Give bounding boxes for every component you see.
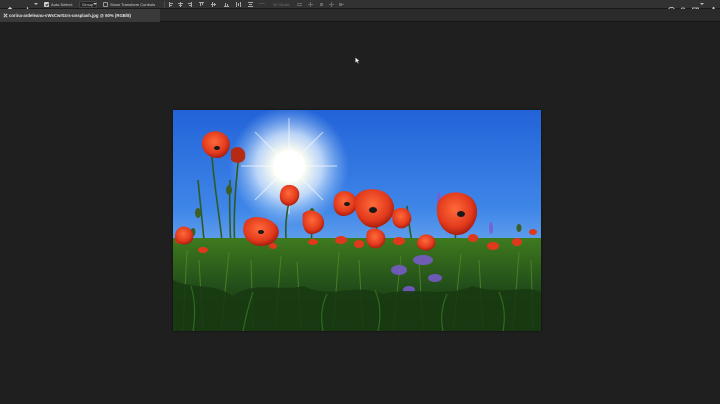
search-icon[interactable] (680, 1, 687, 14)
align-left-icon[interactable] (169, 2, 174, 7)
3d-scale-icon (339, 2, 344, 7)
3d-pan-icon (319, 2, 324, 7)
mode-3d-label: 3D Mode: (273, 2, 291, 7)
more-options-icon[interactable]: ··· (259, 0, 265, 8)
workspace-chevron-down-icon[interactable] (700, 3, 704, 5)
document-tab[interactable]: corina-ardeleanu-vWsCwr0zrs-unsplash.jpg… (0, 9, 160, 22)
3d-rotate-icon (297, 2, 302, 7)
mouse-cursor-icon (355, 51, 361, 64)
auto-select-checkbox[interactable] (44, 1, 49, 7)
user-account-icon[interactable] (667, 1, 676, 15)
auto-select-label: Auto-Select: (51, 2, 73, 7)
auto-select-target-value: Group (82, 2, 94, 7)
align-top-icon[interactable] (199, 2, 204, 7)
chevron-down-icon (93, 3, 97, 5)
tool-preset-chevron-down-icon[interactable] (34, 3, 38, 5)
share-icon[interactable] (710, 1, 717, 14)
show-transform-checkbox[interactable] (103, 1, 108, 7)
distribute-vertical-icon[interactable] (248, 2, 253, 7)
move-tool-icon[interactable] (24, 1, 31, 14)
3d-slide-icon (329, 2, 334, 7)
show-transform-label: Show Transform Controls (110, 2, 156, 7)
home-icon[interactable] (6, 1, 14, 14)
close-icon[interactable] (3, 13, 7, 17)
align-center-horizontal-icon[interactable] (178, 2, 183, 7)
workspace-icon[interactable] (692, 1, 699, 14)
document-tab-bar: corina-ardeleanu-vWsCwr0zrs-unsplash.jpg… (0, 9, 720, 22)
align-middle-vertical-icon[interactable] (211, 2, 216, 7)
align-bottom-icon[interactable] (224, 2, 229, 7)
canvas-image-poppy-field[interactable] (173, 110, 541, 331)
align-right-icon[interactable] (187, 2, 192, 7)
options-bar: Auto-Select: Group Show Transform Contro… (0, 0, 720, 15)
divider (164, 1, 165, 8)
distribute-horizontal-icon[interactable] (236, 2, 241, 7)
document-tab-title: corina-ardeleanu-vWsCwr0zrs-unsplash.jpg… (9, 13, 131, 18)
3d-roll-icon (308, 2, 313, 7)
